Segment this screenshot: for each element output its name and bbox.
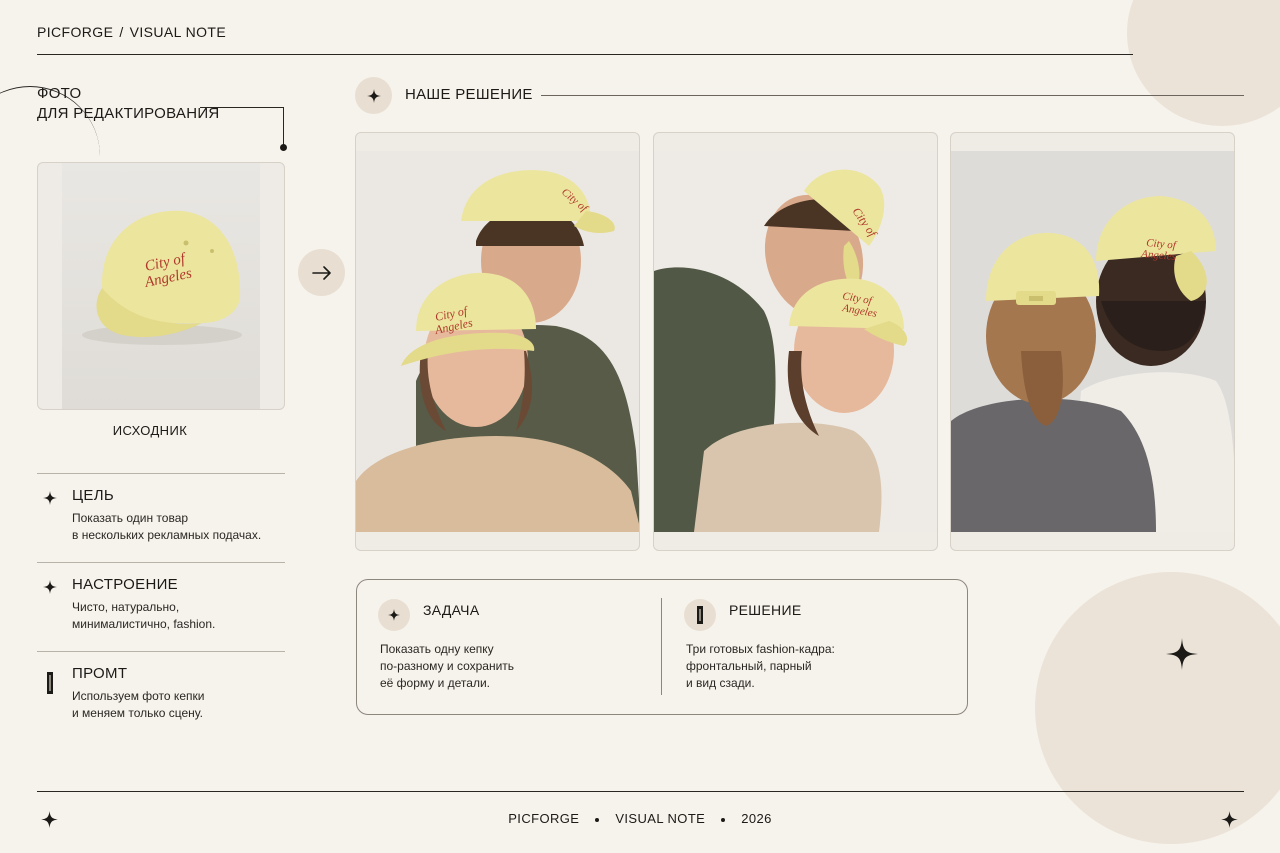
- result-photo-paired[interactable]: City of City of Angeles: [653, 132, 938, 551]
- footer: PICFORGE VISUAL NOTE 2026: [0, 811, 1280, 826]
- connector-line: [283, 107, 284, 147]
- source-title-line2: ДЛЯ РЕДАКТИРОВАНИЯ: [37, 105, 220, 122]
- text-cursor-icon: [42, 672, 58, 694]
- info-desc-line: минималистично, fashion.: [72, 617, 216, 631]
- footer-brand: PICFORGE: [508, 811, 580, 826]
- task-description: Показать одну кепку по-разному и сохрани…: [380, 641, 514, 692]
- text-cursor-icon: [697, 606, 703, 624]
- info-desc-line: Показать один товар: [72, 511, 189, 525]
- sparkle-icon: [42, 490, 58, 506]
- sparkle-icon: [388, 609, 400, 621]
- result-desc-line: фронтальный, парный: [686, 659, 812, 673]
- solution-divider: [541, 95, 1244, 96]
- info-desc-mood: Чисто, натурально, минималистично, fashi…: [72, 599, 282, 633]
- info-desc-line: и меняем только сцену.: [72, 706, 203, 720]
- footer-divider: [37, 791, 1244, 792]
- footer-dot: [721, 817, 726, 822]
- header-breadcrumb: PICFORGE / VISUAL NOTE: [37, 24, 226, 40]
- task-title: ЗАДАЧА: [423, 602, 480, 618]
- info-title-goal: ЦЕЛЬ: [72, 487, 114, 504]
- result-description: Три готовых fashion-кадра: фронтальный, …: [686, 641, 835, 692]
- sparkle-icon: [1221, 811, 1238, 833]
- info-title-prompt: ПРОМТ: [72, 665, 128, 682]
- photo-couple-paired: City of City of Angeles: [654, 151, 937, 532]
- info-desc-line: в нескольких рекламных подачах.: [72, 528, 262, 542]
- info-divider: [37, 473, 285, 474]
- source-title: ФОТО ДЛЯ РЕДАКТИРОВАНИЯ: [37, 84, 220, 124]
- sparkle-icon: [366, 88, 381, 103]
- result-photo-front[interactable]: City of City of Angeles: [355, 132, 640, 551]
- solution-title: НАШЕ РЕШЕНИЕ: [405, 86, 533, 103]
- connector-dot: [280, 144, 287, 151]
- result-photo-back[interactable]: City of Angeles: [950, 132, 1235, 551]
- photo-couple-front: City of City of Angeles: [356, 151, 639, 532]
- footer-dot: [595, 817, 600, 822]
- solution-icon-badge: [355, 77, 392, 114]
- source-image-card[interactable]: City of Angeles: [37, 162, 285, 410]
- source-cap-photo: City of Angeles: [62, 163, 260, 409]
- source-label: ИСХОДНИК: [112, 423, 188, 438]
- footer-year: 2026: [741, 811, 772, 826]
- task-divider: [661, 598, 662, 695]
- result-title: РЕШЕНИЕ: [729, 602, 802, 618]
- info-desc-goal: Показать один товар в нескольких рекламн…: [72, 510, 282, 544]
- info-desc-prompt: Используем фото кепки и меняем только сц…: [72, 688, 282, 722]
- task-desc-line: по-разному и сохранить: [380, 659, 515, 673]
- large-sparkle-icon: [1166, 638, 1198, 675]
- footer-section: VISUAL NOTE: [615, 811, 706, 826]
- info-divider: [37, 562, 285, 563]
- header-divider: [37, 54, 1133, 55]
- result-desc-line: Три готовых fashion-кадра:: [686, 642, 835, 656]
- info-divider: [37, 651, 285, 652]
- info-desc-line: Чисто, натурально,: [72, 600, 180, 614]
- task-desc-line: её форму и детали.: [380, 676, 491, 690]
- sparkle-icon: [42, 579, 58, 595]
- photo-couple-back: City of Angeles: [951, 151, 1234, 532]
- brand-name: PICFORGE: [37, 24, 114, 40]
- decorative-circle-top: [1127, 0, 1280, 126]
- result-desc-line: и вид сзади.: [686, 676, 755, 690]
- task-icon-badge: [378, 599, 410, 631]
- info-desc-line: Используем фото кепки: [72, 689, 205, 703]
- result-icon-badge: [684, 599, 716, 631]
- section-name: VISUAL NOTE: [129, 24, 227, 40]
- arrow-right-icon: [311, 265, 331, 280]
- connector-line: [200, 107, 284, 108]
- info-title-mood: НАСТРОЕНИЕ: [72, 576, 178, 593]
- source-title-line1: ФОТО: [37, 85, 82, 102]
- breadcrumb-separator: /: [119, 24, 124, 40]
- task-desc-line: Показать одну кепку: [380, 642, 494, 656]
- decorative-circle-bottom: [1035, 572, 1280, 844]
- next-arrow-button[interactable]: [298, 249, 345, 296]
